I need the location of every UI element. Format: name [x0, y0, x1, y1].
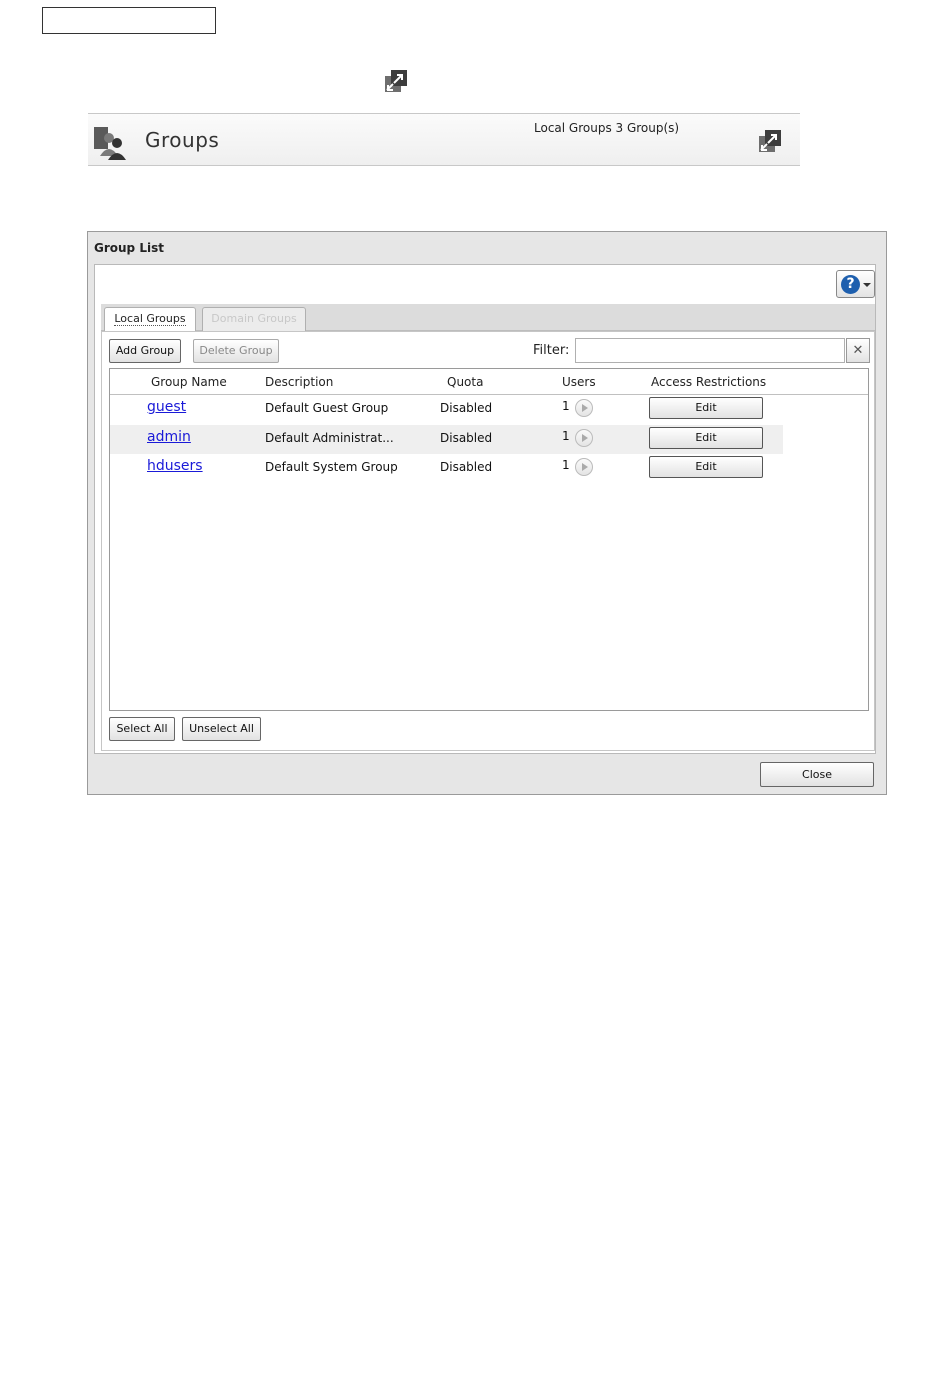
tab-content: Add Group Delete Group Filter: ✕ Group N…: [101, 331, 875, 751]
group-description: Default Administrat...: [265, 431, 394, 445]
group-description: Default System Group: [265, 460, 398, 474]
table-row[interactable]: guest Default Guest Group Disabled 1 Edi…: [110, 395, 783, 424]
edit-button[interactable]: Edit: [649, 397, 763, 419]
unselect-all-button[interactable]: Unselect All: [182, 717, 261, 741]
tab-label: Domain Groups: [211, 312, 297, 325]
edit-button[interactable]: Edit: [649, 456, 763, 478]
expand-icon: [382, 67, 410, 95]
user-count: 1: [562, 399, 570, 413]
groups-header-bar: Groups Local Groups 3 Group(s): [88, 113, 800, 166]
table-header: Group Name Description Quota Users Acces…: [110, 369, 868, 395]
column-group-name[interactable]: Group Name: [151, 375, 227, 389]
tab-strip: Local Groups Domain Groups: [101, 304, 875, 332]
column-access-restrictions[interactable]: Access Restrictions: [651, 375, 766, 389]
groups-icon: [94, 127, 126, 160]
help-button[interactable]: ?: [836, 270, 875, 298]
edit-button[interactable]: Edit: [649, 427, 763, 449]
filter-input[interactable]: [575, 338, 845, 363]
column-users[interactable]: Users: [562, 375, 596, 389]
close-button[interactable]: Close: [760, 762, 874, 787]
group-count-summary: Local Groups 3 Group(s): [534, 121, 680, 135]
table-row[interactable]: hdusers Default System Group Disabled 1 …: [110, 454, 783, 483]
tab-local-groups[interactable]: Local Groups: [104, 307, 196, 332]
filter-label: Filter:: [533, 343, 570, 358]
group-quota: Disabled: [440, 460, 493, 474]
user-count: 1: [562, 458, 570, 472]
page-title: Groups: [145, 128, 220, 152]
dialog-panel: ? Local Groups Domain Groups Add Group D…: [94, 264, 876, 754]
user-count: 1: [562, 429, 570, 443]
tab-label: Local Groups: [114, 312, 186, 326]
group-quota: Disabled: [440, 401, 493, 415]
dialog-title: Group List: [94, 241, 164, 255]
add-group-button[interactable]: Add Group: [109, 339, 181, 363]
group-table: Group Name Description Quota Users Acces…: [109, 368, 869, 711]
table-row[interactable]: admin Default Administrat... Disabled 1 …: [110, 425, 783, 454]
help-icon: ?: [841, 275, 860, 294]
group-name-link[interactable]: admin: [147, 429, 191, 445]
label-box: [42, 7, 216, 34]
close-icon[interactable]: ✕: [846, 338, 870, 363]
play-icon[interactable]: [575, 429, 593, 447]
column-quota[interactable]: Quota: [447, 375, 483, 389]
group-name-link[interactable]: hdusers: [147, 458, 203, 474]
play-icon[interactable]: [575, 458, 593, 476]
group-description: Default Guest Group: [265, 401, 389, 415]
select-all-button[interactable]: Select All: [109, 717, 175, 741]
tab-domain-groups[interactable]: Domain Groups: [202, 307, 306, 331]
group-list-dialog: Group List ? Local Groups Domain Groups …: [87, 231, 887, 795]
play-icon[interactable]: [575, 399, 593, 417]
chevron-down-icon: [863, 283, 871, 287]
delete-group-button[interactable]: Delete Group: [193, 339, 279, 363]
group-quota: Disabled: [440, 431, 493, 445]
expand-icon[interactable]: [756, 127, 784, 155]
column-description[interactable]: Description: [265, 375, 333, 389]
group-name-link[interactable]: guest: [147, 399, 186, 415]
